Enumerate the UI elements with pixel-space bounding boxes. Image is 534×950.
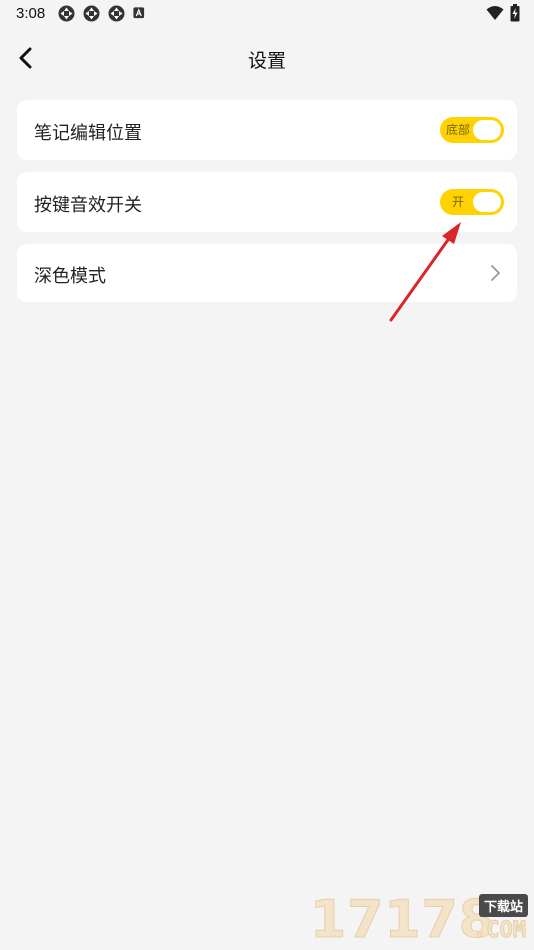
status-time: 3:08: [16, 5, 46, 22]
app-a-icon: [133, 6, 145, 18]
setting-row-key-sound: 按键音效开关 开: [17, 172, 517, 232]
toggle-text: 底部: [446, 123, 471, 137]
page-title: 设置: [247, 50, 286, 72]
status-bar: 3:08: [0, 0, 534, 28]
status-icons-right: [486, 4, 520, 22]
setting-row-note-edit-position: 笔记编辑位置 底部: [17, 100, 517, 160]
notification-icon: [108, 5, 125, 22]
setting-label: 深色模式: [34, 266, 106, 287]
setting-row-dark-mode[interactable]: 深色模式: [17, 244, 517, 302]
note-position-toggle[interactable]: 底部: [440, 117, 504, 143]
setting-label: 按键音效开关: [34, 195, 142, 216]
status-icons-left: [58, 5, 147, 22]
notification-icon: [83, 5, 100, 22]
notification-icon: [58, 5, 75, 22]
app-header: 设置: [0, 36, 534, 80]
watermark-suffix: .COM: [473, 918, 527, 944]
wifi-icon: [486, 6, 504, 20]
watermark-badge: 下载站: [478, 894, 528, 917]
setting-label: 笔记编辑位置: [34, 123, 142, 144]
battery-charging-icon: [510, 4, 520, 22]
toggle-knob: [473, 120, 501, 140]
key-sound-toggle[interactable]: 开: [440, 189, 504, 215]
watermark-logo: 17178 下载站 .COM: [310, 890, 530, 950]
watermark-digits: 17178: [310, 890, 496, 950]
chevron-right-icon: [491, 265, 500, 281]
toggle-knob: [473, 192, 501, 212]
toggle-text: 开: [452, 195, 465, 209]
